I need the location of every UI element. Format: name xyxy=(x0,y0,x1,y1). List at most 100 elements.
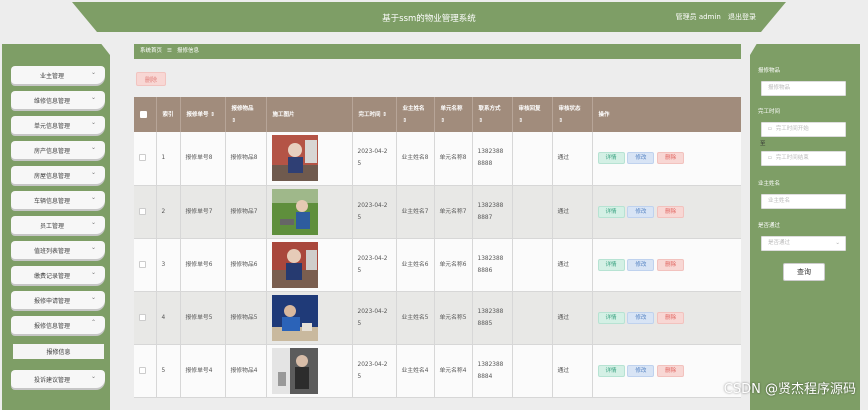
time-label: 完工时间 xyxy=(758,109,781,115)
sidebar-item-label: 投诉建议管理 xyxy=(33,376,70,384)
cell-order-no: 报修单号8 xyxy=(180,132,226,186)
detail-button[interactable]: 详情 xyxy=(597,152,625,165)
item-label: 报修物品 xyxy=(758,68,781,74)
cell-owner: 业主姓名7 xyxy=(396,185,435,239)
sidebar-item-label: 报修申请管理 xyxy=(33,297,70,305)
checkbox-icon[interactable] xyxy=(139,260,146,268)
cell-actions: 详情 修改 删除 xyxy=(592,132,741,186)
header-finish-time[interactable]: 完工时间 ⇕ xyxy=(352,97,397,132)
header-unit[interactable]: 单元名称 ⇕ xyxy=(434,97,473,132)
edit-button[interactable]: 修改 xyxy=(627,311,655,324)
row-checkbox[interactable] xyxy=(134,291,157,345)
pass-label: 是否通过 xyxy=(758,223,781,229)
sidebar-item-unit[interactable]: 单元信息管理 ⌄ xyxy=(11,116,105,134)
sidebar-item-label: 车辆信息管理 xyxy=(33,197,70,205)
sidebar-item-repair-apply[interactable]: 报修申请管理 ⌄ xyxy=(11,291,105,309)
search-button[interactable]: 查询 xyxy=(783,263,825,281)
edit-button[interactable]: 修改 xyxy=(627,205,655,218)
sidebar-item-label: 报修信息管理 xyxy=(33,322,70,330)
sidebar-item-property[interactable]: 房产信息管理 ⌄ xyxy=(11,141,105,159)
cell-reply xyxy=(512,132,553,186)
cell-photo xyxy=(266,185,353,239)
cell-unit: 单元名称6 xyxy=(434,238,473,292)
owner-search-input[interactable]: 业主姓名 xyxy=(761,194,846,209)
cell-owner: 业主姓名6 xyxy=(396,238,435,292)
sidebar-item-staff[interactable]: 员工管理 ⌄ xyxy=(11,216,105,234)
sidebar-item-label: 员工管理 xyxy=(39,222,64,230)
logout-link[interactable]: 退出登录 xyxy=(728,13,756,21)
cell-photo xyxy=(266,344,353,398)
delete-button[interactable]: 删除 xyxy=(657,258,685,271)
cell-index: 3 xyxy=(156,238,181,292)
repair-photo[interactable] xyxy=(271,188,318,235)
chevron-down-icon: ⌄ xyxy=(90,169,96,176)
repair-photo[interactable] xyxy=(271,135,318,182)
sidebar-item-label: 缴费记录管理 xyxy=(33,272,70,280)
checkbox-icon[interactable] xyxy=(139,313,146,321)
delete-button[interactable]: 删除 xyxy=(657,311,685,324)
table-row: 3 报修单号6 报修物品6 2023-04-25 业主姓名6 单元名称6 138… xyxy=(134,238,741,292)
batch-delete-button[interactable]: 删除 xyxy=(136,72,166,86)
edit-button[interactable]: 修改 xyxy=(627,152,655,165)
cell-reply xyxy=(512,344,553,398)
row-checkbox[interactable] xyxy=(134,185,157,239)
sidebar-item-duty[interactable]: 值班列表管理 ⌄ xyxy=(11,241,105,259)
delete-button[interactable]: 删除 xyxy=(657,152,685,165)
delete-button[interactable]: 删除 xyxy=(657,205,685,218)
time-end-input[interactable]: ▫ 完工时间结束 xyxy=(761,151,846,166)
cell-finish-time: 2023-04-25 xyxy=(352,291,397,345)
header-reply[interactable]: 审核回复 ⇕ xyxy=(512,97,553,132)
repair-photo[interactable] xyxy=(271,241,318,288)
checkbox-icon[interactable] xyxy=(140,110,147,118)
sidebar-item-payment[interactable]: 缴费记录管理 ⌄ xyxy=(11,266,105,284)
checkbox-icon[interactable] xyxy=(139,154,146,162)
repair-photo[interactable] xyxy=(271,347,318,394)
cell-order-no: 报修单号6 xyxy=(180,238,226,292)
header-photo: 施工图片 xyxy=(266,97,353,132)
chevron-down-icon: ⌄ xyxy=(90,194,96,201)
header-select-all[interactable] xyxy=(134,97,157,132)
cell-index: 1 xyxy=(156,132,181,186)
delete-button[interactable]: 删除 xyxy=(657,364,685,377)
sidebar-item-house[interactable]: 房屋信息管理 ⌄ xyxy=(11,166,105,184)
row-checkbox[interactable] xyxy=(134,344,157,398)
time-start-input[interactable]: ▫ 完工时间开始 xyxy=(761,122,846,137)
top-header: 基于ssm的物业管理系统 管理员 admin 退出登录 xyxy=(72,2,786,32)
chevron-down-icon: ⌄ xyxy=(835,240,840,246)
cell-owner: 业主姓名5 xyxy=(396,291,435,345)
repair-photo[interactable] xyxy=(271,294,318,341)
header-status[interactable]: 审核状态 ⇕ xyxy=(552,97,593,132)
cell-order-no: 报修单号7 xyxy=(180,185,226,239)
checkbox-icon[interactable] xyxy=(139,207,146,215)
header-phone[interactable]: 联系方式 ⇕ xyxy=(472,97,513,132)
header-owner[interactable]: 业主姓名 ⇕ xyxy=(396,97,435,132)
detail-button[interactable]: 详情 xyxy=(597,364,625,377)
checkbox-icon[interactable] xyxy=(139,366,146,374)
detail-button[interactable]: 详情 xyxy=(597,205,625,218)
sidebar-item-repair-record[interactable]: 报修信息管理 ⌃ xyxy=(11,316,105,334)
cell-reply xyxy=(512,238,553,292)
header-order-no[interactable]: 报修单号 ⇕ xyxy=(180,97,226,132)
edit-button[interactable]: 修改 xyxy=(627,364,655,377)
row-checkbox[interactable] xyxy=(134,238,157,292)
header-item[interactable]: 报修物品 ⇕ xyxy=(225,97,267,132)
cell-index: 2 xyxy=(156,185,181,239)
detail-button[interactable]: 详情 xyxy=(597,311,625,324)
chevron-down-icon: ⌄ xyxy=(90,144,96,151)
cell-finish-time: 2023-04-25 xyxy=(352,238,397,292)
cell-actions: 详情 修改 删除 xyxy=(592,185,741,239)
pass-select[interactable]: 是否通过 ⌄ xyxy=(761,236,846,251)
sidebar-item-complaint[interactable]: 投诉建议管理 ⌄ xyxy=(11,370,105,388)
cell-index: 5 xyxy=(156,344,181,398)
detail-button[interactable]: 详情 xyxy=(597,258,625,271)
item-search-input[interactable]: 报修物品 xyxy=(761,81,846,96)
sidebar-item-vehicle[interactable]: 车辆信息管理 ⌄ xyxy=(11,191,105,209)
sidebar-subitem-repair[interactable]: 报修信息 xyxy=(13,344,104,359)
sidebar-item-owner[interactable]: 业主管理 ⌄ xyxy=(11,66,105,84)
user-area: 管理员 admin 退出登录 xyxy=(671,12,756,22)
row-checkbox[interactable] xyxy=(134,132,157,186)
edit-button[interactable]: 修改 xyxy=(627,258,655,271)
sidebar-item-repair-info[interactable]: 维修信息管理 ⌄ xyxy=(11,91,105,109)
breadcrumb-home[interactable]: 系统首页 xyxy=(140,48,162,54)
cell-index: 4 xyxy=(156,291,181,345)
